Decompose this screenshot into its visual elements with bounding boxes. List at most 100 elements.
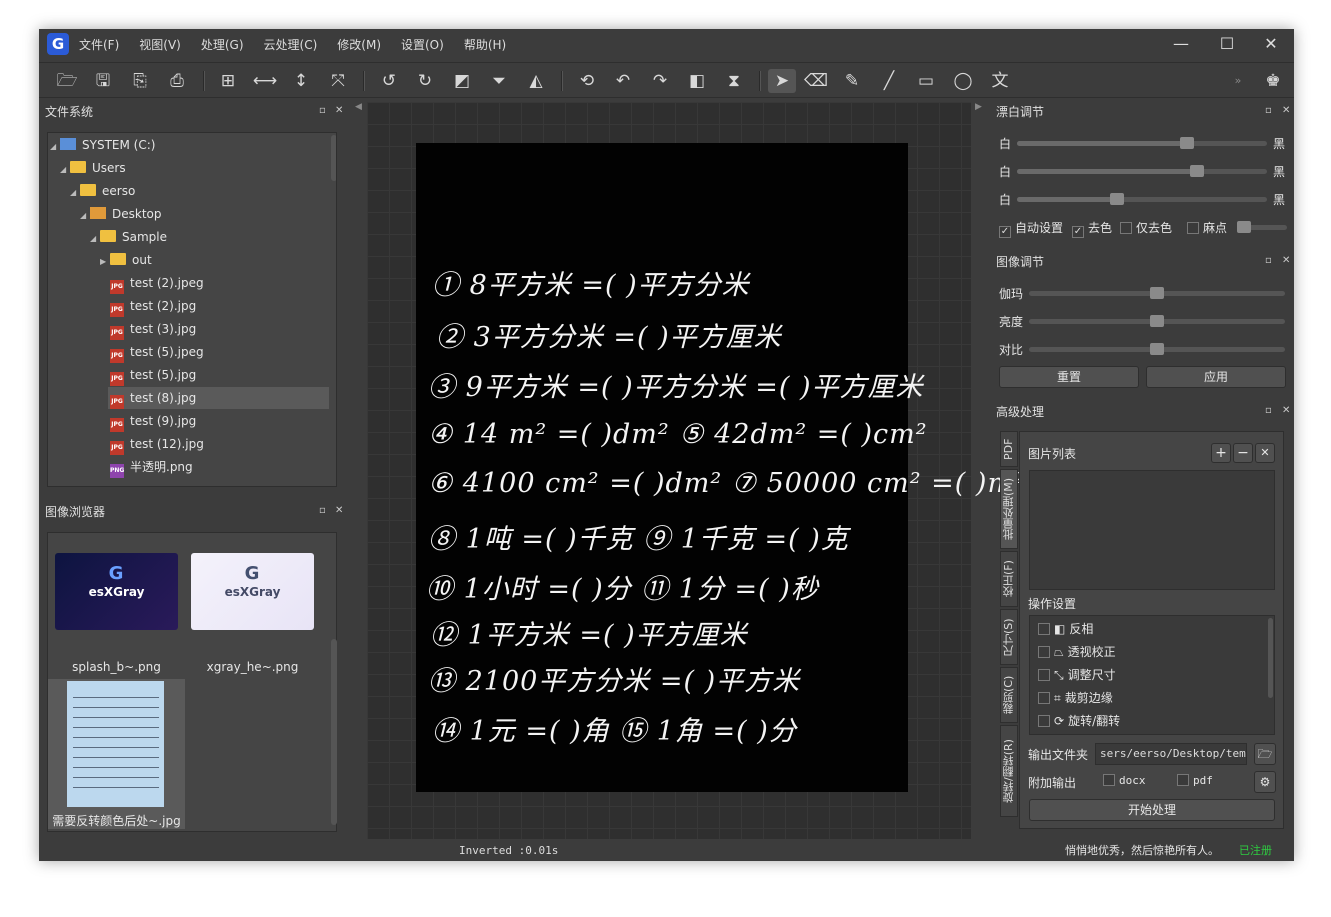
tree-item-out[interactable]: ▶ out: [100, 249, 152, 271]
whitening-track[interactable]: [1017, 193, 1267, 205]
pdf-checkbox[interactable]: pdf: [1177, 774, 1213, 794]
pointer-icon[interactable]: ➤: [768, 69, 796, 93]
checkbox[interactable]: [1103, 774, 1115, 786]
ops-scrollbar[interactable]: [1268, 618, 1273, 698]
tree-item-file[interactable]: JPG test (9).jpg: [110, 410, 196, 432]
panel-float-icon[interactable]: ▫: [1265, 405, 1272, 416]
panel-float-icon[interactable]: ▫: [319, 105, 326, 116]
auto-settings-checkbox[interactable]: ✓ 自动设置: [999, 219, 1063, 239]
undo-icon[interactable]: ↶: [609, 69, 637, 93]
only-decolor-checkbox[interactable]: 仅去色: [1120, 219, 1172, 239]
checkbox[interactable]: ✓: [1072, 226, 1084, 238]
minimize-button[interactable]: —: [1163, 33, 1199, 55]
gamma-slider[interactable]: [1029, 287, 1285, 299]
tab-rotate[interactable]: 旋转/翻转(R): [1000, 725, 1018, 817]
panel-close-icon[interactable]: ✕: [335, 105, 343, 116]
menu-settings[interactable]: 设置(O): [401, 36, 444, 53]
rectangle-icon[interactable]: ▭: [912, 69, 940, 93]
checkbox[interactable]: [1038, 715, 1050, 727]
tree-item-file[interactable]: JPG test (2).jpeg: [110, 272, 204, 294]
browse-folder-icon[interactable]: 🗁: [1254, 743, 1276, 765]
close-button[interactable]: ✕: [1253, 33, 1289, 55]
image-canvas[interactable]: ① 8平方米 =( )平方分米 ② 3平方分米 =( )平方厘米 ③ 9平方米 …: [367, 102, 1025, 839]
eraser-icon[interactable]: ⌫: [802, 69, 830, 93]
panel-float-icon[interactable]: ▫: [1265, 105, 1272, 116]
settings-gear-icon[interactable]: ⚙: [1254, 771, 1276, 793]
thumbnail-xgray[interactable]: esXGray G: [191, 553, 314, 630]
op-rotate[interactable]: ⟳ 旋转/翻转: [1038, 712, 1120, 732]
op-invert[interactable]: ◧ 反相: [1038, 620, 1093, 640]
checkbox[interactable]: [1038, 623, 1050, 635]
invert-icon[interactable]: ◧: [683, 69, 711, 93]
op-resize[interactable]: ⤡ 调整尺寸: [1038, 666, 1116, 686]
line-icon[interactable]: ╱: [875, 69, 903, 93]
tree-item-file[interactable]: JPG test (5).jpeg: [110, 341, 204, 363]
remove-icon[interactable]: −: [1233, 443, 1253, 463]
decolor-checkbox[interactable]: ✓ 去色: [1072, 219, 1112, 239]
slider-handle[interactable]: [1110, 193, 1124, 205]
tree-item-file[interactable]: JPG test (5).jpg: [110, 364, 196, 386]
slider-handle[interactable]: [1150, 343, 1164, 355]
panel-float-icon[interactable]: ▫: [1265, 255, 1272, 266]
tree-item-file-selected[interactable]: JPG test (8).jpg: [108, 387, 329, 409]
output-folder-input[interactable]: sers/eerso/Desktop/temp/: [1095, 743, 1247, 765]
reset-icon[interactable]: ⟲: [573, 69, 601, 93]
reset-button[interactable]: 重置: [999, 366, 1139, 388]
tree-item-file[interactable]: PNG 半透明.png: [110, 456, 193, 478]
fit-width-icon[interactable]: ⟷: [251, 69, 279, 93]
panel-close-icon[interactable]: ✕: [1282, 105, 1290, 116]
menu-view[interactable]: 视图(V): [139, 36, 181, 53]
start-processing-button[interactable]: 开始处理: [1029, 799, 1275, 821]
menu-file[interactable]: 文件(F): [79, 36, 119, 53]
tree-item-eerso[interactable]: ◢ eerso: [70, 180, 135, 202]
slider-handle[interactable]: [1180, 137, 1194, 149]
maximize-button[interactable]: ☐: [1209, 33, 1245, 55]
checkbox[interactable]: [1038, 692, 1050, 704]
flip-vertical-icon[interactable]: ⏷: [485, 69, 513, 93]
menu-process[interactable]: 处理(G): [201, 36, 244, 53]
tab-crop[interactable]: 裁剪(C): [1000, 667, 1018, 723]
fit-height-icon[interactable]: ↕: [287, 69, 315, 93]
brightness-slider[interactable]: [1029, 315, 1285, 327]
tree-scrollbar[interactable]: [331, 135, 336, 181]
menu-help[interactable]: 帮助(H): [464, 36, 506, 53]
tab-correct[interactable]: 校正(F): [1000, 551, 1018, 607]
whitening-track[interactable]: [1017, 137, 1267, 149]
tree-item-sample[interactable]: ◢ Sample: [90, 226, 167, 248]
tree-item-drive[interactable]: ◢ SYSTEM (C:): [50, 134, 155, 156]
slider-handle[interactable]: [1150, 287, 1164, 299]
clear-icon[interactable]: ✕: [1255, 443, 1275, 463]
rotate-left-icon[interactable]: ↺: [375, 69, 403, 93]
pencil-icon[interactable]: ✎: [838, 69, 866, 93]
tab-size[interactable]: 尺寸(S): [1000, 609, 1018, 665]
collapse-right-icon[interactable]: ▶: [975, 102, 982, 112]
contrast-slider[interactable]: [1029, 343, 1285, 355]
thumbnail-worksheet[interactable]: [67, 681, 164, 807]
full-size-icon[interactable]: ⤧: [324, 69, 352, 93]
skew-icon[interactable]: ◩: [448, 69, 476, 93]
tab-batch[interactable]: 批量处理(M): [1000, 469, 1018, 549]
panel-close-icon[interactable]: ✕: [1282, 405, 1290, 416]
panel-float-icon[interactable]: ▫: [319, 505, 326, 516]
docx-checkbox[interactable]: docx: [1103, 774, 1146, 794]
speckle-checkbox[interactable]: 麻点: [1187, 219, 1227, 239]
tree-item-desktop[interactable]: ◢ Desktop: [80, 203, 162, 225]
checkbox[interactable]: [1038, 669, 1050, 681]
tree-item-users[interactable]: ◢ Users: [60, 157, 126, 179]
menu-modify[interactable]: 修改(M): [337, 36, 381, 53]
slider-handle[interactable]: [1190, 165, 1204, 177]
crop-icon[interactable]: ⧗: [720, 69, 748, 93]
slider-handle[interactable]: [1150, 315, 1164, 327]
checkbox[interactable]: [1120, 222, 1132, 234]
image-list[interactable]: [1029, 470, 1275, 590]
circle-icon[interactable]: ◯: [949, 69, 977, 93]
panel-close-icon[interactable]: ✕: [335, 505, 343, 516]
open-folder-icon[interactable]: 🗁: [53, 69, 81, 93]
op-perspective[interactable]: ⏢ 透视校正: [1038, 643, 1116, 663]
text-icon[interactable]: 文: [986, 69, 1014, 93]
whitening-track[interactable]: [1017, 165, 1267, 177]
browser-scrollbar[interactable]: [331, 639, 337, 825]
save-as-icon[interactable]: ⎘: [126, 69, 154, 93]
slider-handle[interactable]: [1237, 221, 1251, 233]
panel-close-icon[interactable]: ✕: [1282, 255, 1290, 266]
